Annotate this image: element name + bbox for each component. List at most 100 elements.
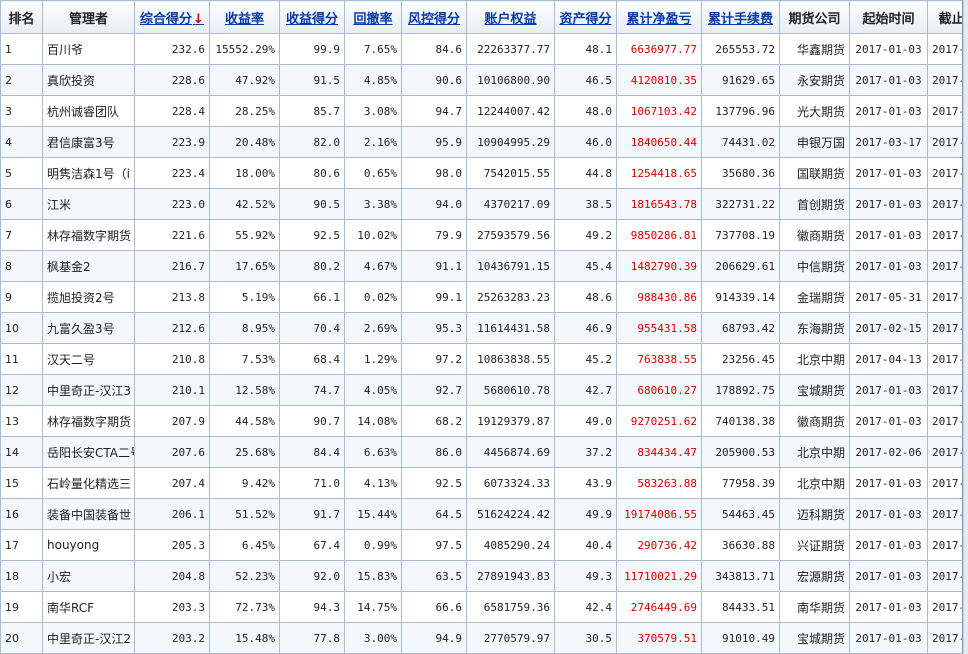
cell-risk-score: 90.6 (401, 64, 467, 96)
cell-manager[interactable]: 石岭量化精选三 (42, 467, 135, 499)
cell-manager[interactable]: 岳阳长安CTA二号 (42, 436, 135, 468)
cell-manager[interactable]: 揽旭投资2号 (42, 281, 135, 313)
cell-cumulative-fees: 740138.38 (701, 405, 780, 437)
cell-manager[interactable]: 君信康富3号 (42, 126, 135, 158)
cell-cumulative-fees: 322731.22 (701, 188, 780, 220)
cell-account-equity: 10436791.15 (466, 250, 555, 282)
cell-composite-score: 204.8 (134, 560, 210, 592)
cell-drawdown-rate: 4.67% (344, 250, 402, 282)
table-row: 12 中里奇正-汉江3 210.1 12.58% 74.7 4.05% 92.7 568061… (0, 374, 962, 406)
cell-end-date: 2017-08-16 (927, 343, 962, 375)
cell-rank: 5 (0, 157, 43, 189)
cell-risk-score: 95.9 (401, 126, 467, 158)
cell-drawdown-rate: 15.44% (344, 498, 402, 530)
cell-manager[interactable]: 百川爷 (42, 33, 135, 65)
column-header-cumulative-fees[interactable]: 累计手续费 (701, 0, 780, 34)
table-header-row: 排名 管理者 综合得分↓ 收益率 收益得分 回撤率 风控得分 账户权益 资产得分 累计净盈亏 累计手… (0, 0, 962, 34)
cell-asset-score: 40.4 (554, 529, 617, 561)
cell-return-rate: 42.52% (209, 188, 280, 220)
table-row: 16 装备中国装备世 206.1 51.52% 91.7 15.44% 64.5 516242… (0, 498, 962, 530)
cell-manager[interactable]: houyong (42, 529, 135, 561)
cell-return-score: 74.7 (279, 374, 345, 406)
cell-end-date: 2017-08-16 (927, 498, 962, 530)
column-header-return-rate[interactable]: 收益率 (209, 0, 280, 34)
cell-return-score: 92.5 (279, 219, 345, 251)
cell-cumulative-net-pnl: 1482790.39 (616, 250, 702, 282)
column-header-return-score[interactable]: 收益得分 (279, 0, 345, 34)
cell-asset-score: 37.2 (554, 436, 617, 468)
cell-asset-score: 42.4 (554, 591, 617, 623)
cell-account-equity: 4085290.24 (466, 529, 555, 561)
cell-start-date: 2017-03-17 (849, 126, 928, 158)
cell-manager[interactable]: 南华RCF (42, 591, 135, 623)
cell-end-date: 2017-07-31 (927, 281, 962, 313)
cell-start-date: 2017-01-03 (849, 405, 928, 437)
column-header-cumulative-net-pnl[interactable]: 累计净盈亏 (616, 0, 702, 34)
cell-account-equity: 51624224.42 (466, 498, 555, 530)
cell-futures-company: 北京中期 (779, 343, 850, 375)
cell-manager[interactable]: 林存福数字期货 (42, 219, 135, 251)
table-row: 17 houyong 205.3 6.45% 67.4 0.99% 97.5 4085290.… (0, 529, 962, 561)
column-header-drawdown-rate[interactable]: 回撤率 (344, 0, 402, 34)
cell-asset-score: 49.3 (554, 560, 617, 592)
column-header-composite-score[interactable]: 综合得分↓ (134, 0, 210, 34)
table-row: 2 真欣投资 228.6 47.92% 91.5 4.85% 90.6 10106800.90… (0, 64, 962, 96)
cell-futures-company: 金瑞期货 (779, 281, 850, 313)
cell-return-score: 80.6 (279, 157, 345, 189)
column-header-label: 资产得分 (559, 11, 612, 27)
cell-manager[interactable]: 明隽洁森1号（i (42, 157, 135, 189)
cell-end-date: 2017-08-16 (927, 33, 962, 65)
cell-end-date: 2017-08-16 (927, 374, 962, 406)
cell-manager[interactable]: 枫基金2 (42, 250, 135, 282)
cell-cumulative-net-pnl: 988430.86 (616, 281, 702, 313)
cell-asset-score: 43.9 (554, 467, 617, 499)
cell-start-date: 2017-01-03 (849, 560, 928, 592)
cell-rank: 8 (0, 250, 43, 282)
cell-asset-score: 46.9 (554, 312, 617, 344)
cell-asset-score: 38.5 (554, 188, 617, 220)
cell-futures-company: 永安期货 (779, 64, 850, 96)
cell-cumulative-fees: 343813.71 (701, 560, 780, 592)
table-row: 1 百川爷 232.6 15552.29% 99.9 7.65% 84.6 22263377.… (0, 33, 962, 65)
cell-return-rate: 55.92% (209, 219, 280, 251)
cell-return-rate: 7.53% (209, 343, 280, 375)
cell-drawdown-rate: 4.13% (344, 467, 402, 499)
cell-manager[interactable]: 中里奇正-汉江2 (42, 622, 135, 654)
cell-risk-score: 98.0 (401, 157, 467, 189)
cell-asset-score: 49.0 (554, 405, 617, 437)
cell-end-date: 2017-08-16 (927, 157, 962, 189)
cell-return-rate: 6.45% (209, 529, 280, 561)
cell-rank: 1 (0, 33, 43, 65)
cell-account-equity: 11614431.58 (466, 312, 555, 344)
cell-manager[interactable]: 小宏 (42, 560, 135, 592)
column-header-account-equity[interactable]: 账户权益 (466, 0, 555, 34)
cell-manager[interactable]: 装备中国装备世 (42, 498, 135, 530)
cell-composite-score: 207.6 (134, 436, 210, 468)
cell-risk-score: 66.6 (401, 591, 467, 623)
cell-manager[interactable]: 中里奇正-汉江3 (42, 374, 135, 406)
column-header-asset-score[interactable]: 资产得分 (554, 0, 617, 34)
cell-cumulative-fees: 35680.36 (701, 157, 780, 189)
cell-cumulative-net-pnl: 955431.58 (616, 312, 702, 344)
cell-cumulative-net-pnl: 763838.55 (616, 343, 702, 375)
table-row: 9 揽旭投资2号 213.8 5.19% 66.1 0.02% 99.1 25263283.2… (0, 281, 962, 313)
table-row: 3 杭州诚睿团队 228.4 28.25% 85.7 3.08% 94.7 12244007.… (0, 95, 962, 127)
cell-manager[interactable]: 林存福数字期货 (42, 405, 135, 437)
cell-manager[interactable]: 真欣投资 (42, 64, 135, 96)
cell-end-date: 2017-08-16 (927, 188, 962, 220)
cell-composite-score: 210.8 (134, 343, 210, 375)
cell-futures-company: 宝城期货 (779, 374, 850, 406)
column-header-risk-score[interactable]: 风控得分 (401, 0, 467, 34)
scrollbar-edge[interactable] (963, 0, 968, 654)
cell-rank: 3 (0, 95, 43, 127)
cell-manager[interactable]: 江米 (42, 188, 135, 220)
cell-manager[interactable]: 汉天二号 (42, 343, 135, 375)
cell-manager[interactable]: 九富久盈3号 (42, 312, 135, 344)
cell-risk-score: 92.5 (401, 467, 467, 499)
cell-start-date: 2017-01-03 (849, 64, 928, 96)
cell-return-rate: 25.68% (209, 436, 280, 468)
cell-return-rate: 51.52% (209, 498, 280, 530)
cell-end-date: 2017-08-16 (927, 126, 962, 158)
cell-risk-score: 86.0 (401, 436, 467, 468)
cell-manager[interactable]: 杭州诚睿团队 (42, 95, 135, 127)
